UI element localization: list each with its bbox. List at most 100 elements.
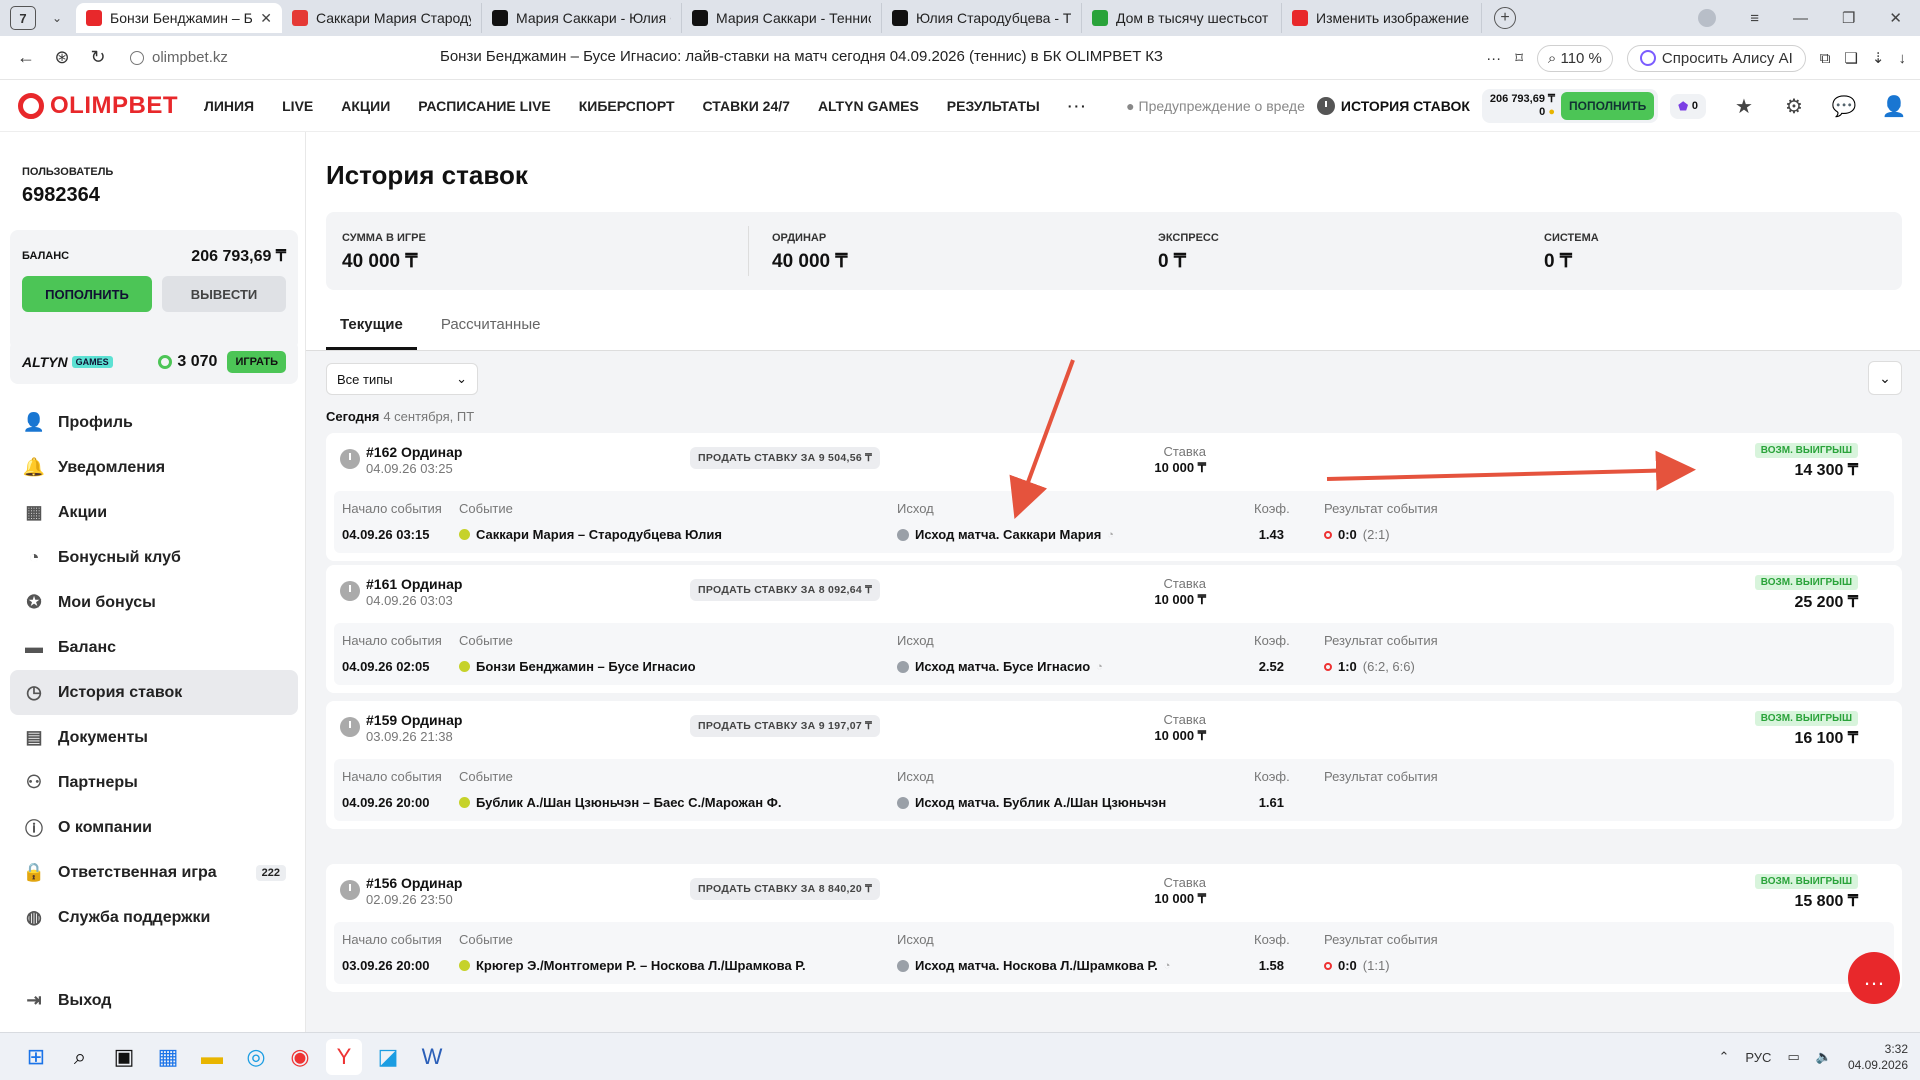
volume-icon[interactable]: 🔈 (1816, 1049, 1832, 1065)
browser-tab[interactable]: Саккари Мария Стародуб (282, 3, 482, 33)
nav-item[interactable]: РАСПИСАНИЕ LIVE (418, 98, 551, 114)
profile-icon[interactable] (1698, 9, 1717, 27)
sell-bet-button[interactable]: ПРОДАТЬ СТАВКУ ЗА 9 197,07 ₸ (690, 715, 881, 737)
menu-icon[interactable]: ≡ (1750, 10, 1759, 27)
browser-tab[interactable]: Изменить изображение (1282, 3, 1482, 33)
bet-card[interactable]: #161 Ординар 04.09.26 03:03 ПРОДАТЬ СТАВКУ… (326, 565, 1902, 693)
col-start: Начало события (342, 932, 442, 947)
browser-tab[interactable]: Мария Саккари - Юлия С (482, 3, 682, 33)
browser-tab[interactable]: Мария Саккари - Теннис (682, 3, 882, 33)
chat-icon[interactable]: 💬 (1832, 94, 1857, 118)
new-tab-button[interactable]: + (1494, 7, 1516, 29)
file-explorer-icon[interactable]: ▬ (194, 1039, 230, 1075)
chrome-icon[interactable]: ◉ (282, 1039, 318, 1075)
bet-card[interactable]: #159 Ординар 03.09.26 21:38 ПРОДАТЬ СТАВКУ… (326, 701, 1902, 829)
harm-warning-link[interactable]: ● Предупреждение о вреде (1126, 98, 1305, 114)
sidebar-item[interactable]: ▬ Баланс (10, 625, 298, 670)
header-balance[interactable]: 206 793,69 ₸ 0 ● ПОПОЛНИТЬ (1481, 89, 1659, 123)
url-field[interactable]: olimpbet.kz (124, 43, 414, 73)
nav-item[interactable]: ЛИНИЯ (204, 98, 254, 114)
task-view-icon[interactable]: ▣ (106, 1039, 142, 1075)
tab-settled[interactable]: Рассчитанные (427, 308, 555, 350)
tab-counter[interactable]: 7 (10, 6, 36, 30)
support-chat-button[interactable]: … (1848, 952, 1900, 1004)
altyn-games-card[interactable]: ALTYN GAMES 3 070 ИГРАТЬ (10, 340, 298, 384)
tab-current[interactable]: Текущие (326, 308, 417, 350)
sidebar-item[interactable]: ⓘ О компании (10, 805, 298, 850)
sell-bet-button[interactable]: ПРОДАТЬ СТАВКУ ЗА 9 504,56 ₸ (690, 447, 881, 469)
nav-item[interactable]: ALTYN GAMES (818, 98, 919, 114)
start-icon[interactable]: ⊞ (18, 1039, 54, 1075)
collapse-all-button[interactable]: ⌄ (1868, 361, 1902, 395)
sidebar-item[interactable]: 👤 Профиль (10, 400, 298, 445)
bet-card[interactable]: #156 Ординар 02.09.26 23:50 ПРОДАТЬ СТАВКУ… (326, 864, 1902, 992)
bookmark-icon[interactable]: ⌑ (1515, 49, 1523, 67)
event-name[interactable]: Бублик А./Шан Цзюньчэн – Баес С./Марожан… (459, 795, 781, 810)
nav-item[interactable]: LIVE (282, 98, 313, 114)
event-name[interactable]: Крюгер Э./Монтгомери Р. – Носкова Л./Шра… (459, 958, 806, 973)
yandex-protect-icon[interactable]: ⊛ (44, 47, 80, 68)
favorites-star-icon[interactable]: ★ (1732, 94, 1756, 118)
search-icon[interactable]: ⌕ (62, 1039, 98, 1075)
sidebar-item[interactable]: 🔔 Уведомления (10, 445, 298, 490)
withdraw-button[interactable]: ВЫВЕСТИ (162, 276, 286, 312)
tray-chevron-icon[interactable]: ⌃ (1719, 1049, 1730, 1065)
browser-tab[interactable]: Бонзи Бенджамин – Бу ✕ (76, 3, 282, 33)
bet-type-select[interactable]: Все типы ⌄ (326, 363, 478, 395)
sidebar-item[interactable]: ✪ Мои бонусы (10, 580, 298, 625)
download-arrow-icon[interactable]: ↓ (1899, 50, 1907, 67)
sidebar-item[interactable]: ◷ История ставок (10, 670, 298, 715)
zoom-indicator[interactable]: ⌕ 110 % (1536, 44, 1613, 72)
close-tab-icon[interactable]: ✕ (260, 10, 272, 27)
coins-badge[interactable]: ⬟ 0 (1670, 93, 1706, 119)
sidebar-item[interactable]: ▤ Документы (10, 715, 298, 760)
clock[interactable]: 3:32 04.09.2026 (1848, 1041, 1908, 1073)
back-icon[interactable]: ← (8, 47, 44, 68)
close-window-icon[interactable]: ✕ (1889, 9, 1902, 27)
more-dots-icon[interactable]: ··· (1486, 50, 1501, 67)
extensions-icon[interactable]: ⧉ (1820, 50, 1831, 67)
nav-more-icon[interactable]: ··· (1068, 98, 1088, 114)
sidebar-item[interactable]: ◔ Бонусный клуб (10, 535, 298, 580)
sidebar-item[interactable]: ⚇ Партнеры (10, 760, 298, 805)
olimpbet-logo[interactable]: OLIMPBET (18, 92, 178, 120)
sidebar-item[interactable]: 🔒 Ответственная игра 222 (10, 850, 298, 895)
bet-details: Начало события Событие Исход Коэф. Результат… (334, 491, 1894, 553)
deposit-button[interactable]: ПОПОЛНИТЬ (22, 276, 152, 312)
downloads-icon[interactable]: ⇣ (1872, 49, 1885, 67)
nav-item[interactable]: СТАВКИ 24/7 (703, 98, 790, 114)
bet-history-link[interactable]: ИСТОРИЯ СТАВОК (1316, 97, 1470, 115)
yandex-browser-icon[interactable]: Y (326, 1038, 362, 1075)
sell-bet-button[interactable]: ПРОДАТЬ СТАВКУ ЗА 8 092,64 ₸ (690, 579, 881, 601)
event-name[interactable]: Саккари Мария – Стародубцева Юлия (459, 527, 722, 542)
sidebar-item[interactable]: ◍ Служба поддержки (10, 895, 298, 940)
word-icon[interactable]: W (414, 1039, 450, 1075)
settings-gear-icon[interactable]: ⚙ (1782, 94, 1806, 118)
bet-card[interactable]: #162 Ординар 04.09.26 03:25 ПРОДАТЬ СТАВКУ… (326, 433, 1902, 561)
edge-icon[interactable]: ◎ (238, 1039, 274, 1075)
browser-tab[interactable]: Юлия Стародубцева - Те (882, 3, 1082, 33)
account-icon[interactable]: 👤 (1882, 94, 1907, 118)
site-info-icon[interactable] (130, 50, 144, 65)
logout-button[interactable]: ⇥ Выход (10, 978, 298, 1023)
play-button[interactable]: ИГРАТЬ (227, 351, 286, 373)
restore-icon[interactable]: ❐ (1842, 9, 1855, 27)
network-icon[interactable]: ▭ (1787, 1049, 1799, 1065)
paint-icon[interactable]: ◪ (370, 1039, 406, 1075)
nav-item[interactable]: АКЦИИ (341, 98, 390, 114)
store-icon[interactable]: ▦ (150, 1039, 186, 1075)
tabs-menu-chevron-icon[interactable]: ⌄ (42, 5, 72, 31)
alice-button[interactable]: Спросить Алису AI (1626, 44, 1806, 72)
sidebar-item[interactable]: ▦ Акции (10, 490, 298, 535)
nav-item[interactable]: РЕЗУЛЬТАТЫ (947, 98, 1040, 114)
nav-item[interactable]: КИБЕРСПОРТ (579, 98, 675, 114)
sidebar-item-label: Служба поддержки (58, 908, 211, 926)
reload-icon[interactable]: ↻ (80, 47, 116, 68)
event-name[interactable]: Бонзи Бенджамин – Бусе Игнасио (459, 659, 696, 674)
keyboard-language[interactable]: РУС (1745, 1050, 1771, 1065)
sell-bet-button[interactable]: ПРОДАТЬ СТАВКУ ЗА 8 840,20 ₸ (690, 878, 881, 900)
collections-icon[interactable]: ❏ (1844, 49, 1857, 67)
header-deposit-button[interactable]: ПОПОЛНИТЬ (1561, 92, 1655, 120)
minimize-icon[interactable]: — (1793, 10, 1808, 27)
browser-tab[interactable]: Дом в тысячу шестьсот э (1082, 3, 1282, 33)
